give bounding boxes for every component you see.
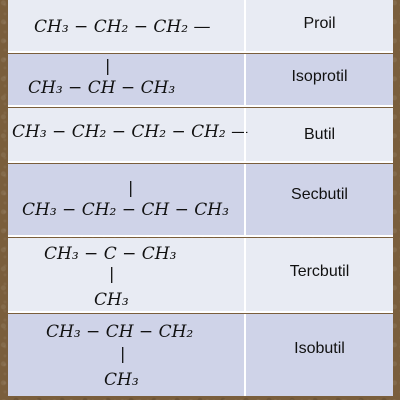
- group-name: Secbutil: [291, 186, 348, 203]
- table-row: | CH₃ − CH₂ − CH − CH₃ Secbutil: [8, 164, 393, 237]
- row-divider: [8, 311, 393, 313]
- formula: CH₃ − C − CH₃: [44, 244, 177, 264]
- vertical-bond: |: [128, 178, 134, 197]
- row-divider: [8, 235, 393, 237]
- vertical-bond: |: [120, 344, 126, 363]
- vertical-bond: |: [109, 264, 115, 283]
- table-row: CH₃ − CH − CH₂ | CH₃ Isobutil: [8, 314, 393, 396]
- formula: CH₃ − CH₂ − CH₂ − CH₂ —: [12, 122, 249, 142]
- group-name: Isoprotil: [291, 68, 348, 85]
- formula: CH₃ − CH − CH₃: [28, 78, 176, 98]
- table-row: | CH₃ − CH − CH₃ Isoprotil: [8, 54, 393, 107]
- alkyl-groups-table: CH₃ − CH₂ − CH₂ — Proil | CH₃ − CH − CH₃…: [8, 0, 393, 396]
- table-row: CH₃ − C − CH₃ | CH₃ Tercbutil: [8, 238, 393, 313]
- table-row: CH₃ − CH₂ − CH₂ − CH₂ — Butil: [8, 108, 393, 163]
- row-divider: [8, 161, 393, 163]
- group-name: Proil: [303, 15, 336, 32]
- vertical-bond: |: [105, 56, 111, 75]
- formula: CH₃ − CH − CH₂: [46, 322, 194, 342]
- table-row: CH₃ − CH₂ − CH₂ — Proil: [8, 0, 393, 53]
- row-divider: [8, 105, 393, 107]
- formula: CH₃ − CH₂ − CH − CH₃: [22, 200, 229, 220]
- formula-branch: CH₃: [104, 370, 139, 390]
- formula-branch: CH₃: [94, 290, 129, 310]
- group-name: Isobutil: [294, 340, 345, 357]
- formula: CH₃ − CH₂ − CH₂ —: [34, 17, 211, 37]
- group-name: Butil: [303, 126, 336, 143]
- row-divider: [8, 51, 393, 53]
- group-name: Tercbutil: [289, 263, 350, 280]
